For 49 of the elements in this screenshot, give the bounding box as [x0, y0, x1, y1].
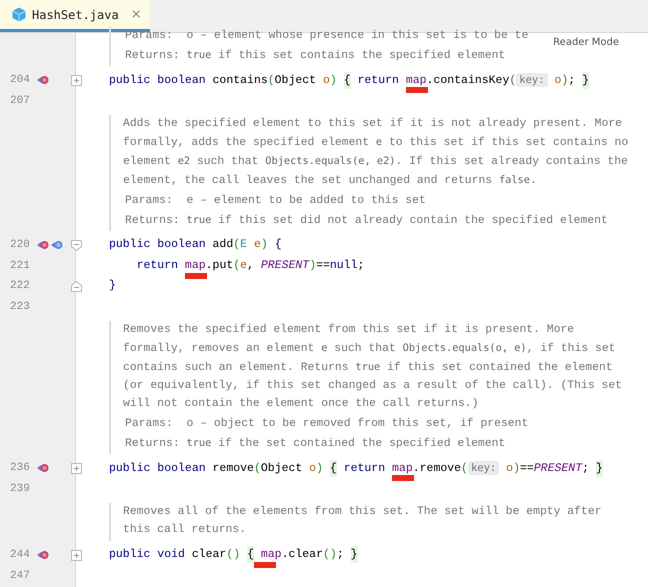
folded-code-brace[interactable]: } — [350, 546, 358, 563]
line-number: 239 — [10, 482, 31, 495]
implemented-marker-icon[interactable] — [50, 239, 63, 252]
line-number: 247 — [10, 570, 31, 582]
override-marker-icon[interactable] — [36, 74, 49, 86]
override-marker-icon[interactable] — [36, 462, 49, 474]
line-number: 223 — [10, 300, 31, 313]
override-marker-icon[interactable] — [36, 549, 49, 562]
expand-fold-icon[interactable] — [71, 75, 82, 86]
expand-fold-icon[interactable] — [71, 463, 82, 474]
line-number: 220 — [10, 239, 31, 252]
code-text: public void clear() — [109, 548, 242, 561]
line-number: 222 — [10, 280, 31, 292]
code-text: public boolean contains(Object o) — [109, 74, 338, 87]
folded-code-brace[interactable]: { — [247, 546, 254, 563]
folded-code-brace[interactable]: { — [344, 72, 351, 89]
doc-tag-line: Params: e – element to be added to this set — [124, 194, 426, 209]
doc-paragraph: Removes the specified element from this set if it is present. More formally, removes an element e such that Objects.equals(o, e), if this set contains such an element. Returns true if this set contained the element (or equivalently, if this set changed as a result of the call). (This set will not contain the element once the call returns.) — [123, 322, 622, 412]
parameter-hint: key: — [516, 73, 548, 87]
doc-tag-line: Params: o – object to be removed from this set, if present — [124, 416, 528, 432]
collapse-fold-icon[interactable] — [71, 281, 82, 292]
code-text: map.clear(); — [260, 548, 345, 561]
file-tab[interactable]: HashSet.java × — [0, 0, 150, 32]
line-number: 236 — [10, 462, 31, 474]
folded-code-brace[interactable]: { — [330, 460, 337, 477]
line-number: 221 — [10, 260, 31, 272]
doc-tag-line: Returns: true if this set did not already contain the specified element — [124, 213, 608, 229]
code-text: } — [109, 279, 116, 292]
collapse-fold-icon[interactable] — [71, 240, 82, 252]
line-number: 207 — [10, 94, 31, 107]
folded-code-brace[interactable]: } — [596, 460, 603, 477]
code-text: public boolean remove(Object o) — [109, 462, 324, 475]
cube-icon — [12, 7, 26, 22]
doc-paragraph: Adds the specified element to this set if it is not already present. More formally, adds the specified element e to this set if this set contains no element e2 such that Objects.equals(e, e2). If this set already contains the element, the call leaves the set unchanged and returns false. — [123, 116, 628, 189]
expand-fold-icon[interactable] — [71, 550, 82, 562]
line-number: 204 — [10, 74, 31, 86]
line-number: 244 — [10, 549, 31, 562]
folded-code-brace[interactable]: } — [582, 72, 589, 89]
code-text: o); — [553, 74, 576, 87]
code-text: o)==PRESENT; — [505, 462, 590, 475]
doc-tag-line: Returns: true if this set contains the specified element — [124, 48, 506, 64]
code-text: return map.remove( — [342, 462, 468, 475]
override-marker-icon[interactable] — [36, 239, 49, 252]
code-text: public boolean add(E e) { — [109, 238, 282, 251]
doc-tag-line: Returns: true if the set contained the specified element — [124, 436, 506, 452]
code-text: return map.put(e, PRESENT)==null; — [136, 258, 364, 272]
code-text: return map.containsKey( — [356, 74, 516, 87]
parameter-hint: key: — [468, 461, 500, 475]
doc-paragraph: Removes all of the elements from this set. The set will be empty after this call returns. — [123, 504, 602, 538]
